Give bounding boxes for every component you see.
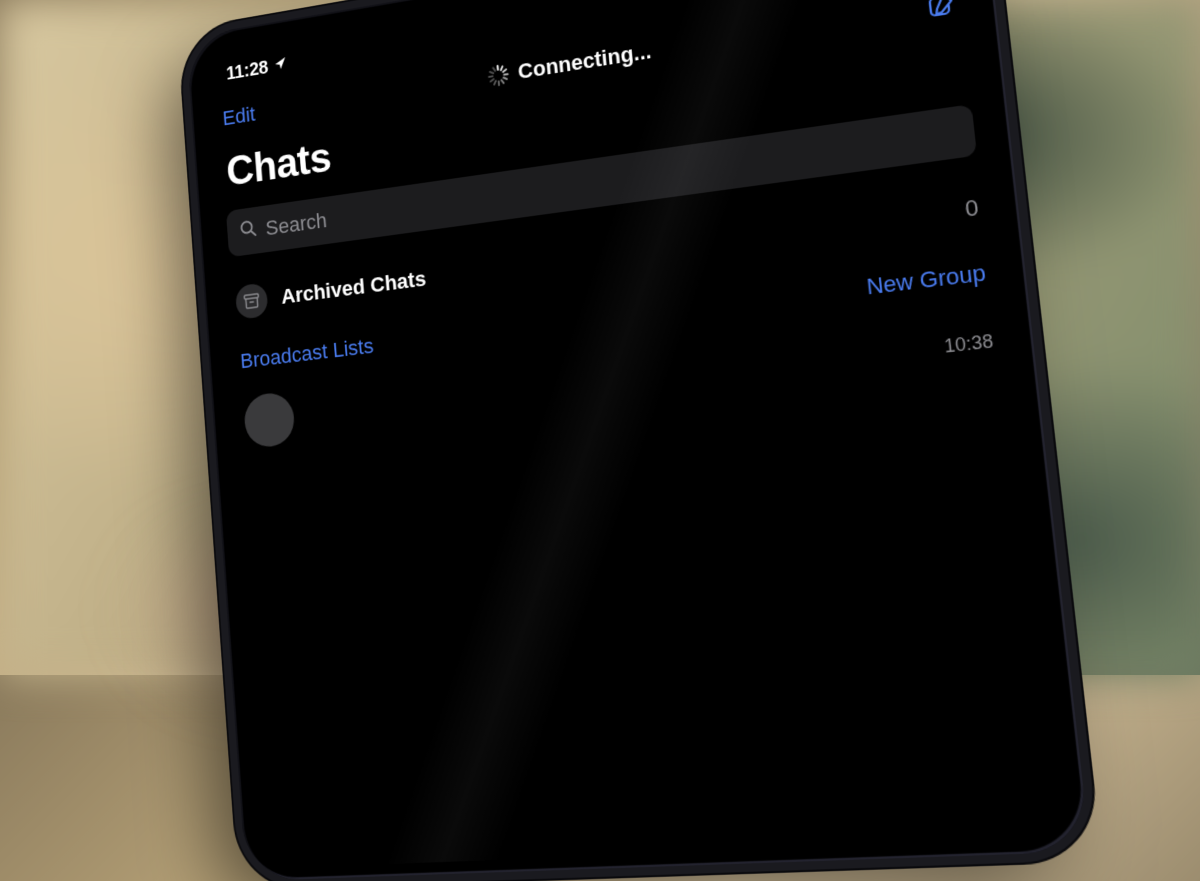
broadcast-lists-button[interactable]: Broadcast Lists	[239, 333, 374, 373]
status-left: 11:28	[226, 53, 288, 84]
spinner-icon	[487, 63, 509, 87]
search-icon	[239, 218, 258, 244]
phone-device: 11:28	[186, 0, 1090, 881]
chat-time: 10:38	[943, 330, 994, 357]
edit-button[interactable]: Edit	[222, 102, 256, 131]
status-time: 11:28	[226, 56, 269, 84]
phone-screen: 11:28	[197, 0, 1075, 868]
phone-body: 11:28	[186, 0, 1090, 881]
compose-button[interactable]	[925, 0, 958, 21]
location-arrow-icon	[272, 53, 287, 76]
archived-count: 0	[964, 194, 980, 223]
chat-avatar	[243, 390, 296, 448]
new-group-button[interactable]: New Group	[865, 259, 987, 300]
search-placeholder: Search	[265, 208, 328, 241]
archive-icon	[235, 282, 269, 320]
